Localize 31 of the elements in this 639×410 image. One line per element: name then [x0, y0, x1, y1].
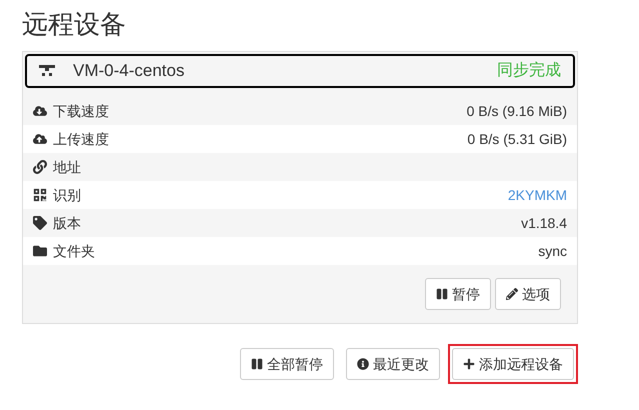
folder-icon — [33, 244, 47, 258]
row-value: 0 B/s (9.16 MiB) — [466, 102, 567, 121]
options-button[interactable]: 选项 — [495, 278, 561, 310]
plus-icon — [463, 358, 475, 370]
cloud-upload-icon — [33, 132, 47, 146]
pause-icon — [436, 288, 448, 300]
info-icon — [357, 358, 369, 370]
row-value: v1.18.4 — [521, 214, 567, 232]
row-label: 识别 — [53, 186, 81, 204]
row-label: 文件夹 — [53, 242, 95, 260]
pause-icon — [251, 358, 263, 370]
page-title: 远程设备 — [22, 8, 127, 41]
row-label: 版本 — [53, 214, 81, 232]
pause-button[interactable]: 暂停 — [425, 278, 491, 310]
row-label: 地址 — [53, 158, 81, 176]
tag-icon — [33, 216, 47, 230]
row-value: sync — [538, 242, 567, 261]
pencil-icon — [506, 288, 518, 300]
sync-status: 同步完成 — [497, 60, 561, 81]
pause-all-button[interactable]: 全部暂停 — [240, 348, 334, 380]
cloud-download-icon — [33, 104, 47, 118]
row-value: 0 B/s (5.31 GiB) — [467, 130, 567, 149]
device-header[interactable]: VM-0-4-centos 同步完成 — [25, 54, 575, 88]
row-label: 上传速度 — [53, 130, 109, 148]
add-device-button[interactable]: 添加远程设备 — [452, 348, 574, 380]
device-name: VM-0-4-centos — [73, 60, 184, 82]
recent-changes-button[interactable]: 最近更改 — [346, 348, 440, 380]
link-icon — [33, 160, 47, 174]
network-icon — [39, 65, 55, 77]
qr-code-icon — [33, 188, 47, 202]
row-label: 下载速度 — [53, 102, 109, 120]
